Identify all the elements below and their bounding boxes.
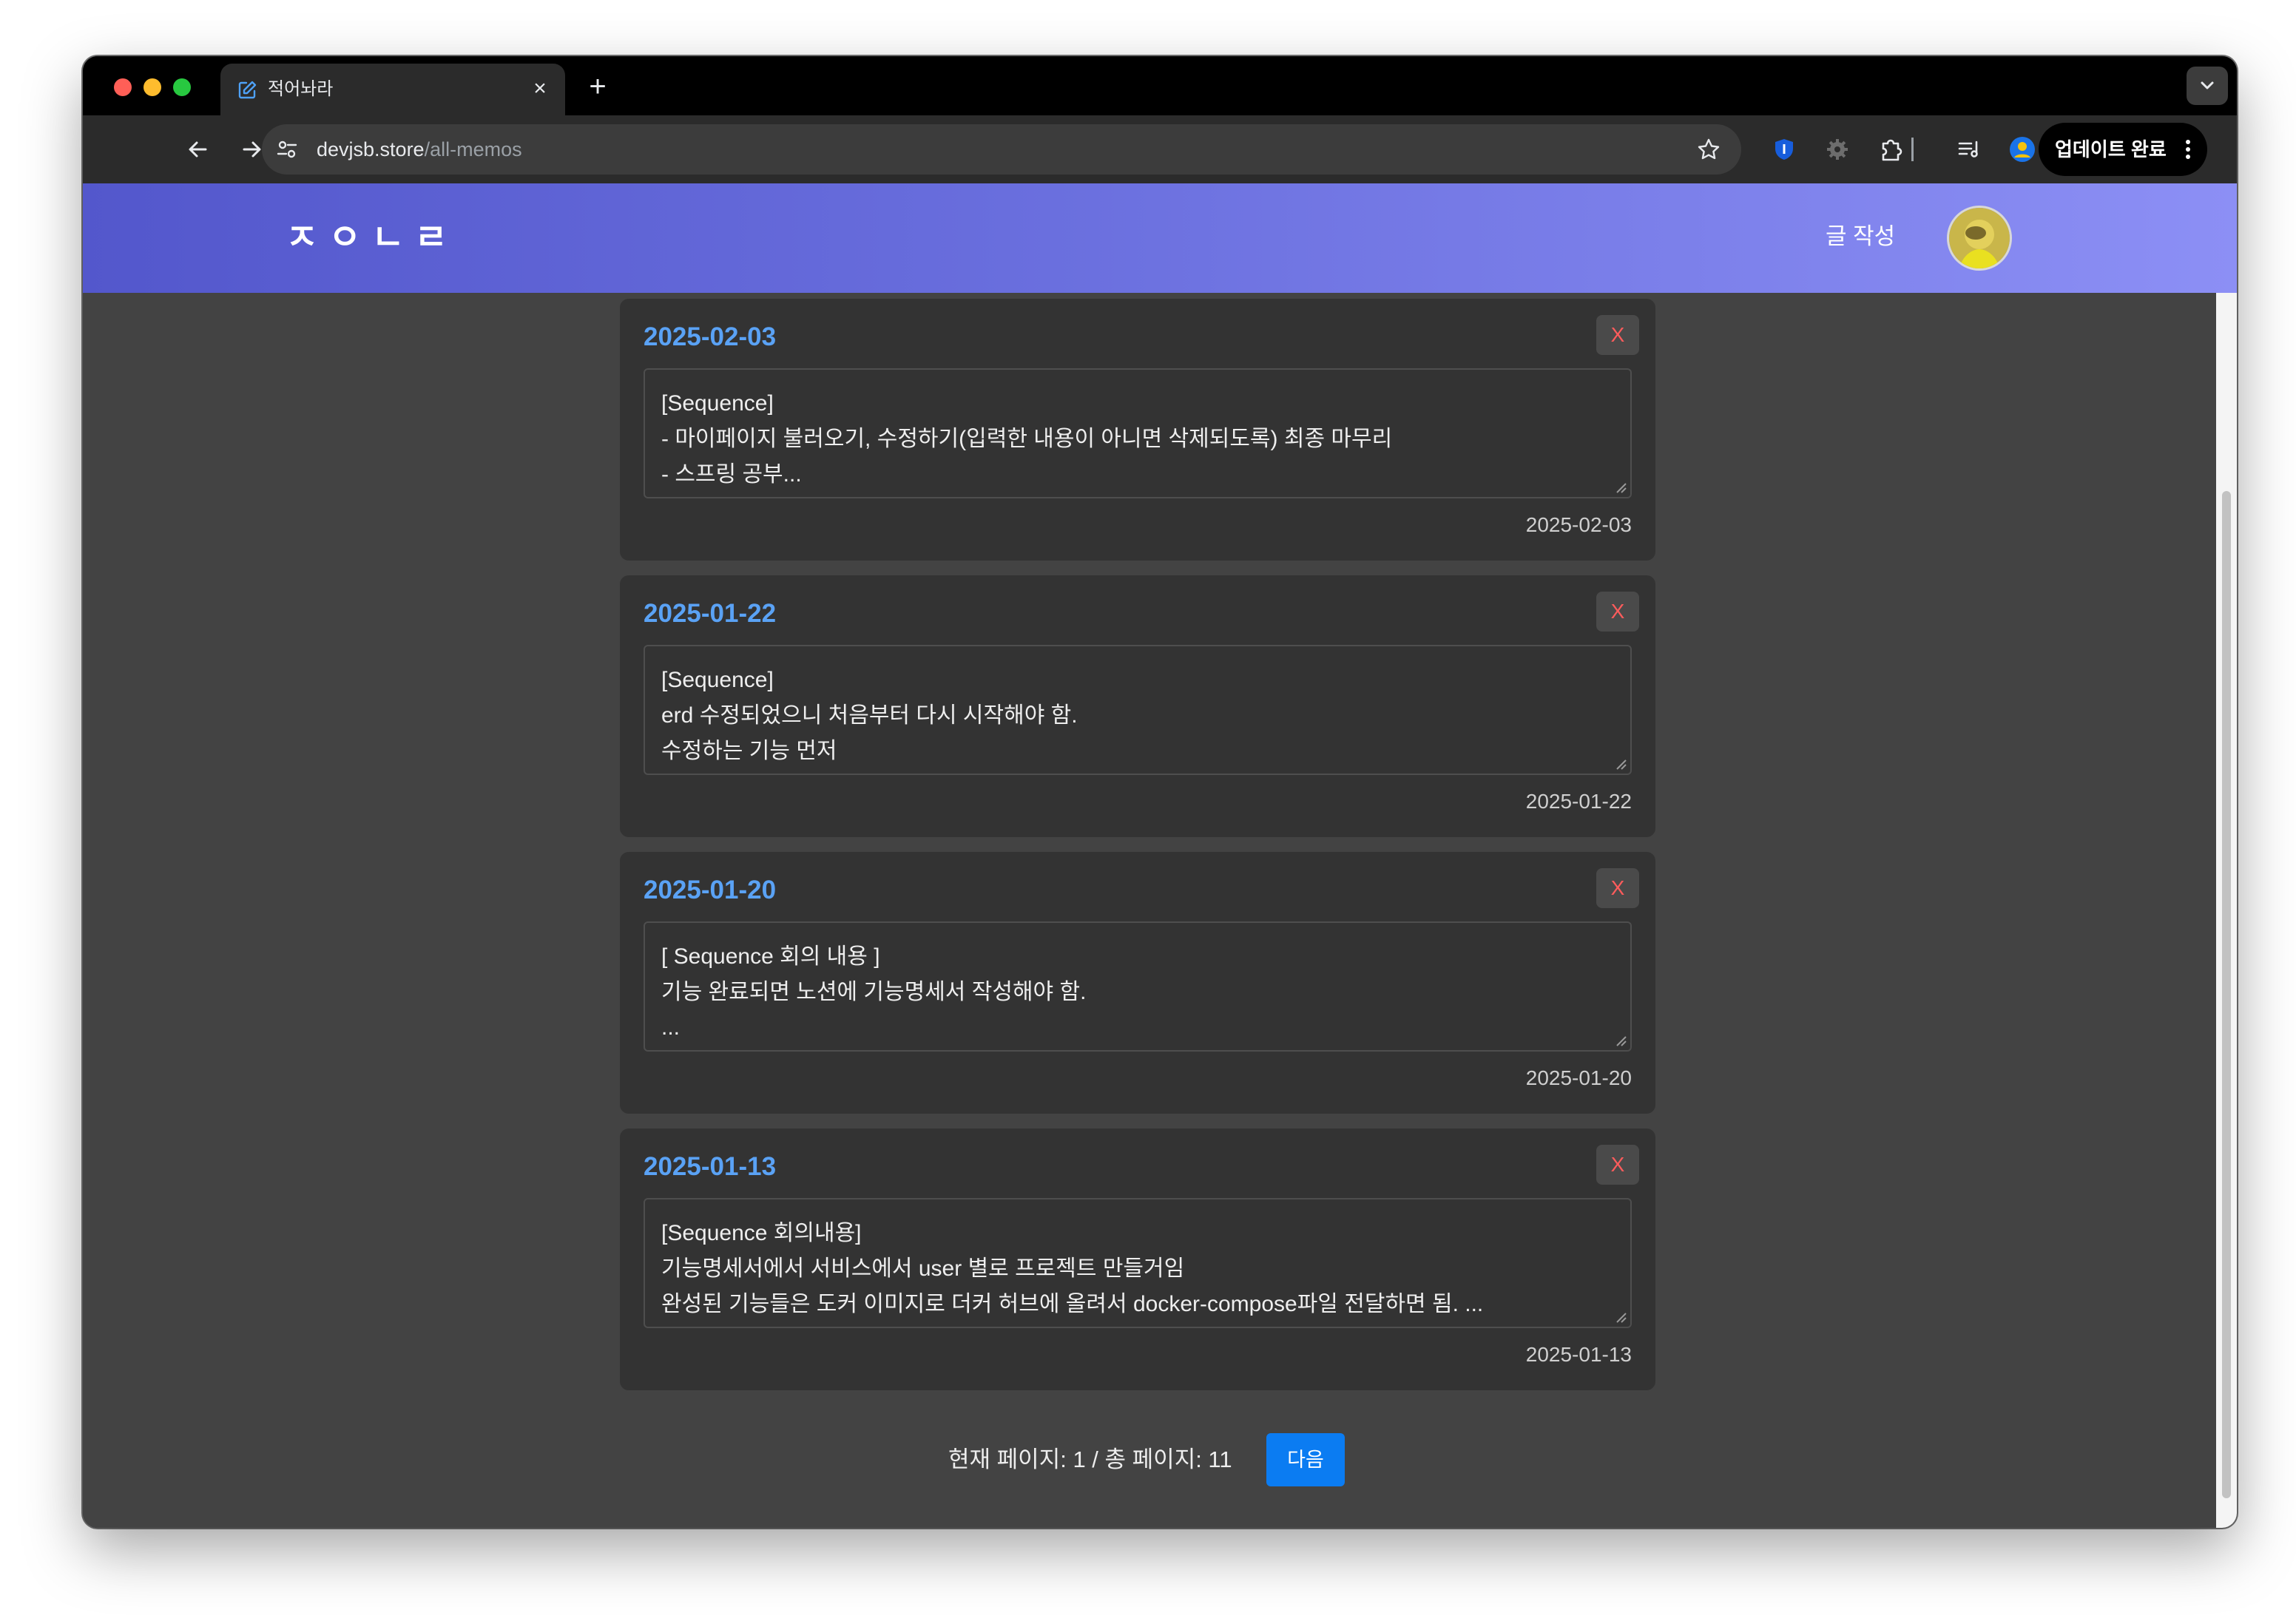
memo-line: [Sequence] bbox=[661, 668, 774, 692]
memo-card: 2025-01-22 X [Sequence] erd 수정되었으니 처음부터 … bbox=[620, 575, 1655, 837]
memo-line: 완성된 기능들은 도커 이미지로 더커 허브에 올려서 docker-compo… bbox=[661, 1292, 1484, 1316]
tab-close-button[interactable]: × bbox=[528, 77, 552, 101]
memo-date: 2025-02-03 bbox=[1525, 513, 1632, 536]
memo-line: 수정하는 기능 먼저 bbox=[661, 739, 837, 763]
new-tab-button[interactable]: + bbox=[583, 72, 612, 102]
resize-handle-icon[interactable] bbox=[1614, 1034, 1627, 1047]
resize-handle-icon[interactable] bbox=[1614, 757, 1627, 771]
address-bar[interactable]: devjsb.store/all-memos bbox=[262, 124, 1741, 175]
memo-title[interactable]: 2025-01-22 bbox=[644, 598, 776, 630]
memo-line: [Sequence] bbox=[661, 391, 774, 416]
memo-line: - 마이페이지 불러오기, 수정하기(입력한 내용이 아니면 삭제되도록) 최종… bbox=[661, 427, 1393, 451]
memo-title[interactable]: 2025-02-03 bbox=[644, 321, 776, 353]
memo-title[interactable]: 2025-01-13 bbox=[644, 1151, 776, 1183]
delete-memo-button[interactable]: X bbox=[1596, 592, 1639, 632]
page-scrollbar[interactable] bbox=[2216, 293, 2237, 1528]
site-navbar: ㅈㅇㄴㄹ 글 작성 bbox=[83, 183, 2237, 293]
next-page-button[interactable]: 다음 bbox=[1266, 1433, 1345, 1486]
memo-date: 2025-01-22 bbox=[1525, 790, 1632, 813]
memo-line: erd 수정되었으니 처음부터 다시 시작해야 함. bbox=[661, 703, 1078, 728]
memo-line: [ Sequence 회의 내용 ] bbox=[661, 944, 880, 969]
delete-memo-button[interactable]: X bbox=[1596, 315, 1639, 355]
memo-content-textarea[interactable]: [Sequence] erd 수정되었으니 처음부터 다시 시작해야 함. 수정… bbox=[644, 645, 1632, 775]
update-label: 업데이트 완료 bbox=[2055, 138, 2167, 160]
tab-title: 적어놔라 bbox=[268, 79, 334, 99]
delete-memo-button[interactable]: X bbox=[1596, 868, 1639, 908]
extensions-puzzle-icon[interactable] bbox=[1874, 133, 1907, 166]
browser-window: 적어놔라 × + devjsb.store/all-memos 업데이트 완료 … bbox=[83, 56, 2237, 1528]
memo-date: 2025-01-13 bbox=[1525, 1343, 1632, 1366]
browser-toolbar: devjsb.store/all-memos 업데이트 완료 bbox=[83, 115, 2237, 183]
update-complete-button[interactable]: 업데이트 완료 bbox=[2039, 123, 2207, 176]
back-button[interactable] bbox=[182, 133, 215, 166]
minimize-window-button[interactable] bbox=[144, 78, 161, 96]
memo-line: 기능 완료되면 노션에 기능명세서 작성해야 함. bbox=[661, 980, 1087, 1004]
page-content: ㅈㅇㄴㄹ 글 작성 2025-02-03 X [Sequence] - 마이페이… bbox=[83, 183, 2237, 1528]
tab-search-button[interactable] bbox=[2187, 67, 2228, 105]
tab-active[interactable]: 적어놔라 × bbox=[220, 64, 565, 115]
resize-handle-icon[interactable] bbox=[1614, 1310, 1627, 1324]
user-avatar[interactable] bbox=[1947, 206, 2012, 271]
edit-note-icon bbox=[237, 80, 257, 101]
scrollbar-thumb[interactable] bbox=[2222, 491, 2231, 1498]
profile-avatar-icon[interactable] bbox=[2006, 133, 2039, 166]
memo-card: 2025-02-03 X [Sequence] - 마이페이지 불러오기, 수정… bbox=[620, 299, 1655, 561]
close-window-button[interactable] bbox=[114, 78, 132, 96]
memo-date: 2025-01-20 bbox=[1525, 1066, 1632, 1089]
delete-memo-button[interactable]: X bbox=[1596, 1145, 1639, 1185]
settings-extension-icon[interactable] bbox=[1821, 133, 1854, 166]
site-info-icon[interactable] bbox=[275, 138, 299, 161]
memo-line: [Sequence 회의내용] bbox=[661, 1221, 862, 1245]
page-info: 현재 페이지: 1 / 총 페이지: 11 bbox=[948, 1446, 1232, 1472]
pagination: 현재 페이지: 1 / 총 페이지: 11 다음 bbox=[83, 1433, 2237, 1486]
resize-handle-icon[interactable] bbox=[1614, 481, 1627, 494]
maximize-window-button[interactable] bbox=[173, 78, 191, 96]
memo-line: - 스프링 공부... bbox=[661, 462, 802, 487]
toolbar-divider bbox=[1911, 138, 1914, 161]
memo-content-textarea[interactable]: [ Sequence 회의 내용 ] 기능 완료되면 노션에 기능명세서 작성해… bbox=[644, 921, 1632, 1052]
media-controls-icon[interactable] bbox=[1953, 133, 1985, 166]
url-text: devjsb.store/all-memos bbox=[317, 138, 522, 161]
site-logo[interactable]: ㅈㅇㄴㄹ bbox=[286, 217, 458, 259]
url-path: /all-memos bbox=[424, 138, 522, 160]
memo-title[interactable]: 2025-01-20 bbox=[644, 874, 776, 907]
password-manager-extension-icon[interactable] bbox=[1768, 133, 1800, 166]
write-post-link[interactable]: 글 작성 bbox=[1826, 222, 1895, 251]
memo-line: ... bbox=[661, 1015, 681, 1040]
memo-card: 2025-01-13 X [Sequence 회의내용] 기능명세서에서 서비스… bbox=[620, 1128, 1655, 1390]
memo-content-textarea[interactable]: [Sequence] - 마이페이지 불러오기, 수정하기(입력한 내용이 아니… bbox=[644, 368, 1632, 498]
more-menu-icon bbox=[2185, 136, 2191, 163]
url-host: devjsb.store bbox=[317, 138, 425, 160]
memo-card: 2025-01-20 X [ Sequence 회의 내용 ] 기능 완료되면 … bbox=[620, 852, 1655, 1114]
bookmark-star-icon[interactable] bbox=[1695, 136, 1722, 163]
memo-content-textarea[interactable]: [Sequence 회의내용] 기능명세서에서 서비스에서 user 별로 프로… bbox=[644, 1198, 1632, 1328]
memo-line: 기능명세서에서 서비스에서 user 별로 프로젝트 만들거임 bbox=[661, 1256, 1185, 1281]
tab-strip: 적어놔라 × + bbox=[83, 56, 2237, 115]
memo-list: 2025-02-03 X [Sequence] - 마이페이지 불러오기, 수정… bbox=[620, 299, 1655, 1405]
